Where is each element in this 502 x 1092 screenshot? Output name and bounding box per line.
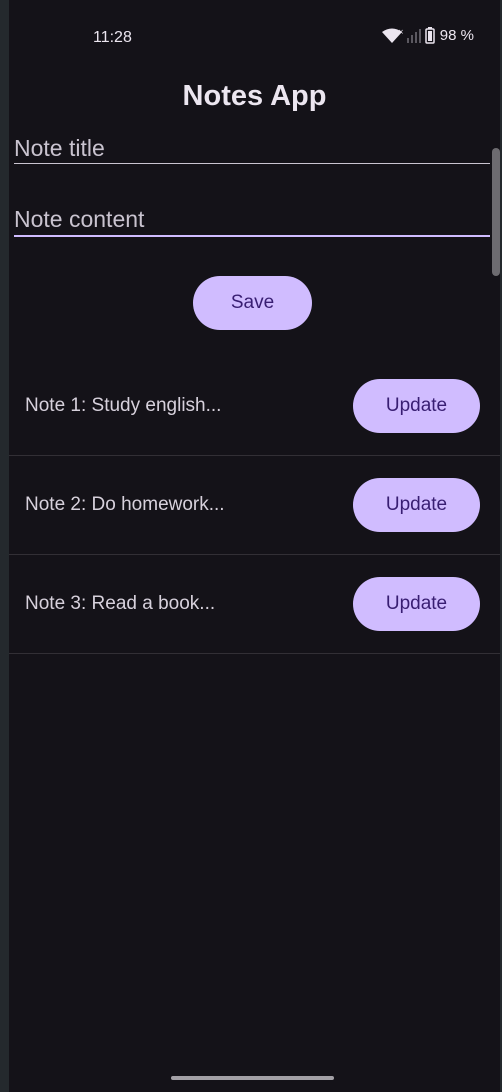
battery-icon bbox=[425, 27, 435, 44]
phone-screen: 11:28 × 98 % Notes App Note title Note c… bbox=[9, 0, 500, 1092]
svg-text:×: × bbox=[398, 28, 403, 36]
note-label: Note 1: Study english... bbox=[25, 395, 222, 416]
battery-percentage: 98 % bbox=[439, 27, 474, 44]
scrollbar[interactable] bbox=[492, 148, 500, 276]
home-indicator[interactable] bbox=[171, 1076, 334, 1080]
update-button[interactable]: Update bbox=[353, 577, 480, 631]
note-label: Note 3: Read a book... bbox=[25, 593, 216, 614]
update-button[interactable]: Update bbox=[353, 379, 480, 433]
list-item: Note 1: Study english... Update bbox=[9, 357, 500, 456]
save-button[interactable]: Save bbox=[193, 276, 312, 330]
page-title: Notes App bbox=[182, 80, 327, 112]
update-button[interactable]: Update bbox=[353, 478, 480, 532]
note-title-input[interactable] bbox=[14, 133, 490, 164]
status-bar: 11:28 × 98 % bbox=[9, 0, 500, 76]
note-label: Note 2: Do homework... bbox=[25, 494, 225, 515]
list-item: Note 3: Read a book... Update bbox=[9, 555, 500, 654]
status-time: 11:28 bbox=[93, 29, 132, 46]
note-list: Note 1: Study english... Update Note 2: … bbox=[9, 357, 500, 654]
note-content-input[interactable] bbox=[14, 204, 490, 237]
wifi-icon: × bbox=[381, 28, 403, 44]
status-icons: × 98 % bbox=[381, 27, 474, 44]
signal-icon bbox=[406, 28, 422, 44]
list-item: Note 2: Do homework... Update bbox=[9, 456, 500, 555]
